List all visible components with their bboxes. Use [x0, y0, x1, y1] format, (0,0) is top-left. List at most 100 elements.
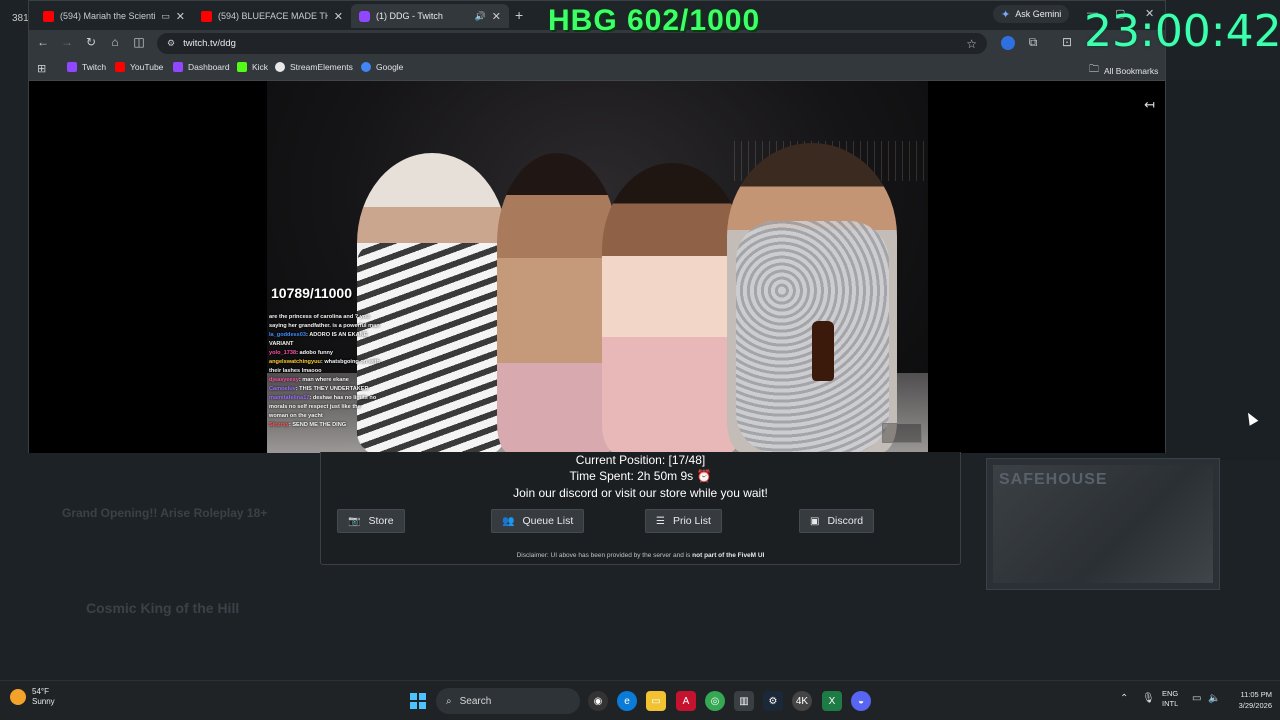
chat-line: djeasyeesy: man where ekane — [269, 377, 349, 383]
browser-window: (594) Mariah the Scientist, ▭ ✕ (594) BL… — [28, 0, 1166, 453]
search-label: Search — [459, 695, 492, 707]
discord-button[interactable]: ▣ Discord — [799, 509, 875, 533]
bookmark-star-icon[interactable]: ☆ — [966, 37, 977, 51]
app-grid-icon[interactable]: ▥ — [734, 691, 754, 711]
volume-icon[interactable]: 🔈 — [1208, 693, 1220, 704]
site-info-icon[interactable]: ⚙ — [167, 38, 175, 49]
chat-user: djeasyeesy — [269, 377, 299, 383]
extensions-icon[interactable]: ⧉ — [1025, 35, 1041, 50]
steam-icon[interactable]: ⚙ — [763, 691, 783, 711]
screenshot-icon[interactable]: ⊡ — [1059, 35, 1075, 49]
chat-line: Camoeluv: THIS THEY UNDERTAKER — [269, 386, 369, 392]
reload-icon[interactable]: ↻ — [83, 35, 99, 49]
language-indicator[interactable]: ENG INTL — [1162, 689, 1178, 709]
weather-text: 54°F Sunny — [32, 687, 55, 707]
taskbar-clock[interactable]: 11:05 PM 3/29/2026 — [1228, 689, 1272, 711]
google-icon — [361, 62, 371, 72]
store-button[interactable]: 📷 Store — [337, 509, 405, 533]
kick-icon — [237, 62, 247, 72]
tab-title: (1) DDG - Twitch — [376, 11, 443, 21]
bookmark-dashboard[interactable]: Dashboard — [173, 62, 230, 72]
4k-icon[interactable]: 4K — [792, 691, 812, 711]
person-3 — [602, 163, 742, 453]
microphone-icon[interactable]: 🎙 — [1142, 693, 1155, 704]
discord-label: Discord — [827, 515, 864, 527]
twitch-icon — [67, 62, 77, 72]
home-icon[interactable]: ⌂ — [107, 35, 123, 49]
search-icon: ⌕ — [446, 695, 452, 707]
close-icon[interactable]: ✕ — [492, 10, 501, 23]
ask-gemini-label: Ask Gemini — [1015, 9, 1062, 19]
app-a-icon[interactable]: A — [676, 691, 696, 711]
chrome-icon[interactable]: ◎ — [705, 691, 725, 711]
alarm-clock-icon: ⏰ — [696, 469, 712, 483]
tab-mariah[interactable]: (594) Mariah the Scientist, ▭ ✕ — [35, 4, 193, 28]
channel-watermark — [882, 423, 922, 443]
chat-text: adobo funny — [299, 350, 334, 356]
lang-line1: ENG — [1162, 689, 1179, 698]
excel-icon[interactable]: X — [822, 691, 842, 711]
chat-line: mamitafelina17: deshae has no limits no … — [269, 395, 377, 419]
bookmark-google[interactable]: Google — [361, 62, 403, 72]
chevron-up-icon[interactable]: ⌃ — [1120, 693, 1128, 704]
weather-temp: 54°F — [32, 687, 49, 696]
edge-icon[interactable]: e — [617, 691, 637, 711]
bookmark-youtube[interactable]: YouTube — [115, 62, 163, 72]
close-icon[interactable]: ✕ — [334, 10, 343, 23]
stream-video[interactable]: 10789/11000 are the princess of carolina… — [267, 81, 928, 453]
close-icon[interactable]: ✕ — [176, 10, 185, 23]
weather-desc: Sunny — [32, 697, 55, 706]
back-icon[interactable]: ← — [35, 35, 51, 49]
users-icon: 👥 — [502, 515, 515, 527]
tab-ddg-twitch[interactable]: (1) DDG - Twitch 🔊 ✕ — [351, 4, 509, 28]
speaker-icon[interactable]: 🔊 — [475, 11, 486, 22]
bookmark-kick[interactable]: Kick — [237, 62, 268, 72]
video-player-area[interactable]: 10789/11000 are the princess of carolina… — [29, 81, 1165, 453]
ask-gemini-button[interactable]: ✦ Ask Gemini — [993, 5, 1070, 23]
new-tab-button[interactable]: + — [515, 7, 523, 23]
sun-icon — [10, 689, 26, 705]
file-explorer-icon[interactable]: ▭ — [646, 691, 666, 711]
side-panel-icon[interactable]: ◫ — [131, 35, 147, 49]
tab-title: (594) Mariah the Scientist, — [60, 11, 156, 21]
chat-text: THIS THEY UNDERTAKER — [299, 386, 369, 392]
chat-text: man where ekane — [302, 377, 349, 383]
chat-line: la_goddess03: ADORO IS AN EKANE VARIANT — [269, 332, 368, 347]
discord-taskbar-icon[interactable]: ◒ — [851, 691, 871, 711]
extension-shield-icon[interactable] — [1001, 36, 1015, 50]
bookmark-streamelements[interactable]: StreamElements — [275, 62, 353, 72]
cast-icon[interactable]: ▭ — [161, 11, 170, 22]
streamelements-icon — [275, 62, 285, 72]
background-server-name: Cosmic King of the Hill — [86, 600, 240, 616]
tab-blueface[interactable]: (594) BLUEFACE MADE THE GIR ✕ — [193, 4, 351, 28]
taskbar-search[interactable]: ⌕ Search — [436, 688, 580, 714]
bookmark-label: YouTube — [130, 62, 164, 72]
prio-list-label: Prio List — [672, 515, 711, 527]
queue-list-button[interactable]: 👥 Queue List — [491, 509, 585, 533]
chat-user: angelswatchingyuu — [269, 359, 321, 365]
collapse-chat-icon[interactable]: ↤ — [1144, 97, 1155, 113]
chat-text: are the princess of carolina and ? you s… — [269, 314, 380, 329]
youtube-icon — [115, 62, 125, 72]
obs-icon[interactable]: ◉ — [588, 691, 608, 711]
all-bookmarks-label: All Bookmarks — [1104, 65, 1159, 76]
apps-grid-icon[interactable]: ⊞ — [37, 62, 46, 75]
lang-line2: INTL — [1162, 699, 1179, 708]
queue-card: Current Position: [17/48] Time Spent: 2h… — [320, 452, 961, 565]
video-counter: 10789/11000 — [271, 285, 352, 301]
windows-start-icon[interactable] — [410, 693, 426, 709]
stream-clock: 23:00:42 — [1084, 6, 1280, 57]
twitch-icon — [359, 10, 370, 22]
forward-icon[interactable]: → — [59, 35, 75, 49]
all-bookmarks[interactable]: 🗀 All Bookmarks — [1089, 62, 1158, 79]
weather-widget[interactable]: 54°F Sunny — [10, 687, 55, 707]
taskbar-time: 11:05 PM — [1240, 690, 1272, 699]
store-label: Store — [368, 515, 394, 527]
disclaimer: Disclaimer: UI above has been provided b… — [321, 552, 960, 559]
taskbar-date: 3/29/2026 — [1238, 701, 1272, 710]
display-icon[interactable]: ▭ — [1192, 693, 1201, 704]
bookmark-twitch[interactable]: Twitch — [67, 62, 106, 72]
prio-list-button[interactable]: ☰ Prio List — [645, 509, 722, 533]
chat-user: Camoeluv — [269, 386, 296, 392]
corner-counter: 381 — [12, 13, 29, 24]
